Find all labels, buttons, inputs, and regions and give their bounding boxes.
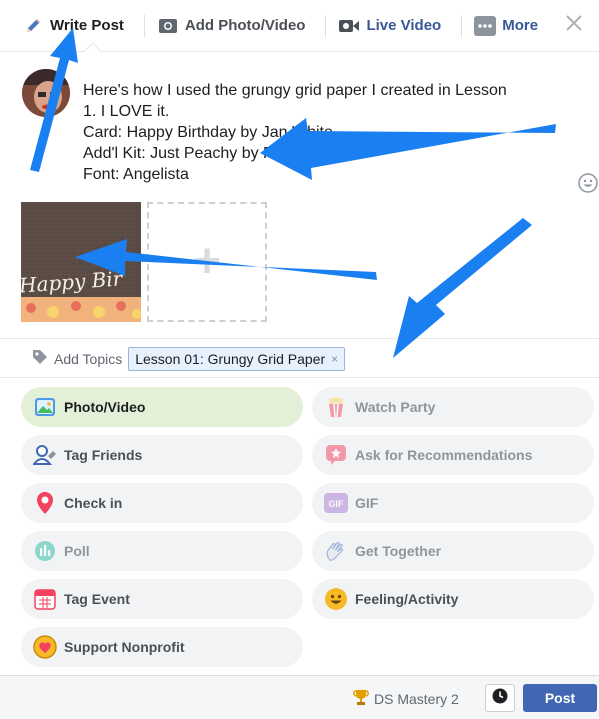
tab-live-video[interactable]: Live Video [334, 0, 453, 52]
tab-write-post[interactable]: Write Post [18, 0, 136, 52]
post-line: Here's how I used the grungy grid paper … [83, 82, 507, 99]
option-ask-recommendations[interactable]: Ask for Recommendations [312, 435, 594, 475]
option-label: Ask for Recommendations [355, 447, 533, 463]
tag-friends-icon [33, 443, 57, 467]
topic-chip[interactable]: Lesson 01: Grungy Grid Paper × [128, 347, 346, 371]
option-label: Feeling/Activity [355, 591, 459, 607]
composer-tabs: Write Post Add Photo/Video Live Video Mo… [0, 0, 599, 52]
recommendation-icon [324, 443, 348, 467]
option-tag-event[interactable]: Tag Event [21, 579, 303, 619]
topics-row: Add Topics Lesson 01: Grungy Grid Paper … [0, 338, 599, 378]
option-get-together[interactable]: Get Together [312, 531, 594, 571]
tab-label: Write Post [50, 17, 124, 34]
post-line: Font: Angelista [83, 166, 189, 183]
close-icon[interactable] [563, 14, 585, 36]
post-line: Card: Happy Birthday by Jan White [83, 124, 333, 141]
pencil-icon [22, 15, 44, 37]
photo-icon [33, 395, 57, 419]
tab-label: More [502, 17, 539, 34]
location-pin-icon [33, 491, 57, 515]
smiley-icon [324, 587, 348, 611]
post-button[interactable]: Post [523, 684, 597, 712]
tab-divider [325, 14, 327, 37]
schedule-button[interactable] [485, 684, 515, 712]
hand-wave-icon [324, 539, 348, 563]
tab-divider [461, 14, 463, 37]
topic-chip-label: Lesson 01: Grungy Grid Paper [135, 351, 326, 367]
composer-footer: DS Mastery 2 Post [0, 675, 599, 719]
option-label: Poll [64, 543, 90, 559]
plus-icon: + [192, 235, 222, 288]
svg-text:GIF: GIF [329, 499, 345, 509]
option-label: Tag Event [64, 591, 130, 607]
option-label: Photo/Video [64, 399, 146, 415]
tab-label: Add Photo/Video [184, 17, 306, 34]
option-tag-friends[interactable]: Tag Friends [21, 435, 303, 475]
add-photo-tile[interactable]: + [147, 202, 267, 322]
option-label: Support Nonprofit [64, 639, 185, 655]
audience-selector[interactable]: DS Mastery 2 [352, 688, 459, 709]
option-label: GIF [355, 495, 379, 511]
option-watch-party[interactable]: Watch Party [312, 387, 594, 427]
post-line: 1. I LOVE it. [83, 103, 170, 120]
calendar-icon [33, 587, 57, 611]
option-label: Check in [64, 495, 123, 511]
avatar [22, 69, 70, 117]
add-topics-label[interactable]: Add Topics [54, 351, 122, 367]
photo-thumbnail[interactable]: Happy Bir [21, 202, 141, 322]
audience-label: DS Mastery 2 [374, 690, 459, 707]
remove-topic-icon[interactable]: × [331, 352, 338, 366]
tab-divider [143, 14, 145, 37]
popcorn-icon [324, 395, 348, 419]
clock-icon [492, 688, 508, 709]
tab-label: Live Video [366, 17, 442, 34]
tab-add-photo-video[interactable]: Add Photo/Video [153, 0, 318, 52]
post-text-area[interactable]: Here's how I used the grungy grid paper … [83, 80, 563, 185]
option-feeling-activity[interactable]: Feeling/Activity [312, 579, 594, 619]
option-label: Watch Party [355, 399, 436, 415]
post-line: Add'l Kit: Just Peachy by Rose Nuckles [83, 145, 362, 162]
camera-icon [157, 15, 179, 37]
trophy-icon [352, 688, 370, 709]
more-dots-icon [474, 15, 497, 37]
option-support-nonprofit[interactable]: Support Nonprofit [21, 627, 303, 667]
option-label: Tag Friends [64, 447, 143, 463]
option-photo-video[interactable]: Photo/Video [21, 387, 303, 427]
emoji-icon[interactable] [578, 173, 598, 193]
poll-icon [33, 539, 57, 563]
video-camera-icon [338, 15, 360, 37]
option-check-in[interactable]: Check in [21, 483, 303, 523]
option-label: Get Together [355, 543, 442, 559]
option-poll[interactable]: Poll [21, 531, 303, 571]
tab-more[interactable]: More [470, 0, 550, 52]
annotation-arrow [393, 218, 532, 358]
gif-icon: GIF [324, 491, 348, 515]
tag-icon [32, 349, 48, 370]
heart-coin-icon [33, 635, 57, 659]
option-gif[interactable]: GIF GIF [312, 483, 594, 523]
